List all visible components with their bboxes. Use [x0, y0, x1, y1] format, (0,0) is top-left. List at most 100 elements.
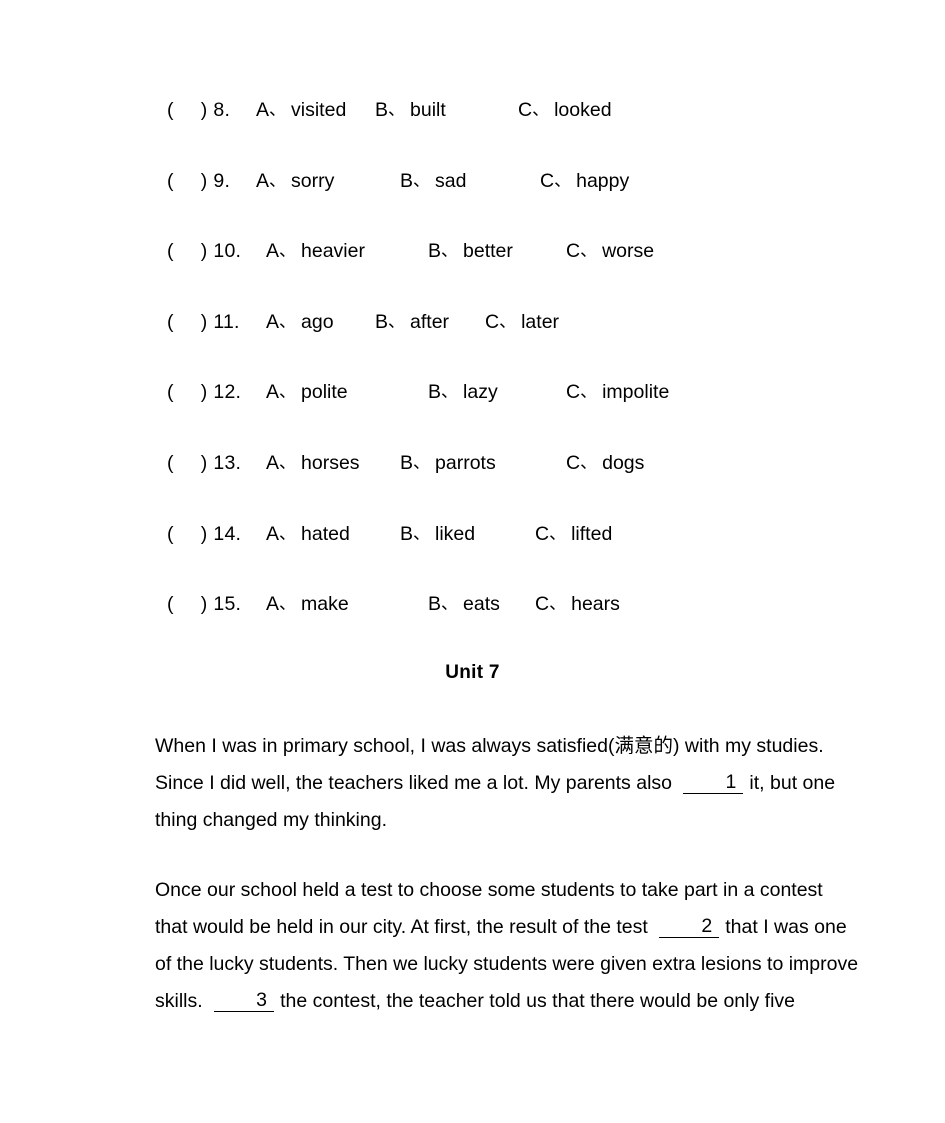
mcq-option-c[interactable]: C、 looked [518, 96, 612, 125]
mcq-option-a[interactable]: A、 sorry [256, 167, 334, 196]
mcq-option-b[interactable]: B、 after [375, 308, 449, 337]
option-letter: C [566, 240, 581, 263]
passage-text: it, but one [749, 772, 836, 794]
option-separator: 、 [279, 382, 297, 402]
option-letter: A [266, 240, 280, 263]
mcq-option-c[interactable]: C、 happy [540, 167, 629, 196]
mcq-option-c[interactable]: C、 later [485, 308, 559, 337]
mcq-answer-bracket[interactable]: () 13. [167, 449, 241, 477]
mcq-option-b[interactable]: B、 sad [400, 167, 466, 196]
passage-text: When I was in primary school, I was alwa… [155, 735, 824, 757]
option-separator: 、 [499, 311, 517, 331]
mcq-option-b[interactable]: B、 parrots [400, 449, 496, 478]
mcq-answer-bracket[interactable]: () 14. [167, 520, 241, 548]
multiple-choice-question-list: () 8. A、 visited B、 built C、 looked() 9. A、 sorry B… [0, 96, 945, 661]
passage-line: Since I did well, the teachers liked me … [120, 765, 835, 802]
passage-text: the contest, the teacher told us that th… [280, 990, 795, 1012]
option-word: built [410, 99, 446, 121]
paren-open: ( [167, 240, 174, 263]
option-separator: 、 [388, 311, 406, 331]
paren-close: ) [200, 381, 208, 404]
document-page: () 8. A、 visited B、 built C、 looked() 9. A、 sorry B… [0, 0, 945, 1123]
option-letter: B [428, 240, 442, 263]
mcq-option-b[interactable]: B、 liked [400, 520, 475, 549]
mcq-row: () 8. A、 visited B、 built C、 looked [0, 96, 945, 167]
option-separator: 、 [441, 594, 459, 614]
option-separator: 、 [532, 100, 550, 119]
option-word: liked [435, 522, 476, 545]
option-letter: B [375, 99, 389, 121]
mcq-option-c[interactable]: C、 hears [535, 590, 620, 619]
option-letter: B [400, 451, 414, 474]
mcq-option-c[interactable]: C、 worse [566, 237, 654, 266]
option-word: later [521, 310, 560, 333]
mcq-option-a[interactable]: A、 heavier [266, 237, 365, 266]
option-word: looked [554, 99, 612, 121]
paren-open: ( [167, 522, 174, 545]
mcq-number: 9. [213, 169, 231, 192]
mcq-option-a[interactable]: A、 ago [266, 308, 334, 337]
mcq-option-b[interactable]: B、 better [428, 237, 513, 266]
passage-text: skills. [155, 990, 203, 1012]
mcq-answer-bracket[interactable]: () 9. [167, 167, 230, 195]
option-letter: A [256, 169, 270, 192]
mcq-row: () 11. A、 ago B、 after C、 later [0, 308, 945, 379]
option-separator: 、 [413, 170, 431, 190]
passage-text: thing changed my thinking. [155, 809, 387, 831]
mcq-option-c[interactable]: C、 dogs [566, 449, 644, 478]
mcq-option-a[interactable]: A、 horses [266, 449, 360, 478]
mcq-row: () 10. A、 heavier B、 better C、 worse [0, 237, 945, 308]
mcq-option-b[interactable]: B、 eats [428, 590, 500, 619]
mcq-option-a[interactable]: A、 visited [256, 96, 346, 125]
mcq-option-a[interactable]: A、 make [266, 590, 349, 619]
paren-close: ) [200, 310, 208, 333]
mcq-option-a[interactable]: A、 polite [266, 378, 348, 407]
option-word: lifted [571, 522, 613, 545]
cloze-blank-2[interactable]: 2 [659, 915, 720, 938]
option-letter: A [266, 451, 280, 474]
passage-text: Since I did well, the teachers liked me … [155, 772, 672, 794]
passage-line: Once our school held a test to choose so… [120, 872, 830, 909]
option-separator: 、 [279, 523, 297, 543]
mcq-answer-bracket[interactable]: () 10. [167, 237, 241, 265]
mcq-number: 12. [213, 381, 242, 404]
option-word: sorry [291, 169, 335, 192]
option-separator: 、 [549, 523, 567, 543]
option-separator: 、 [554, 170, 572, 190]
option-separator: 、 [549, 594, 567, 614]
option-letter: B [400, 169, 414, 192]
paren-close: ) [200, 593, 208, 616]
option-word: happy [576, 169, 630, 192]
mcq-option-a[interactable]: A、 hated [266, 520, 350, 549]
option-word: eats [463, 593, 500, 616]
mcq-answer-bracket[interactable]: () 12. [167, 378, 241, 406]
option-separator: 、 [441, 241, 459, 261]
mcq-number: 14. [213, 522, 242, 545]
paren-open: ( [167, 99, 174, 121]
option-letter: B [428, 593, 442, 616]
paren-open: ( [167, 381, 174, 404]
mcq-row: () 12. A、 polite B、 lazy C、 impolite [0, 378, 945, 449]
mcq-option-b[interactable]: B、 lazy [428, 378, 498, 407]
mcq-answer-bracket[interactable]: () 15. [167, 590, 241, 618]
option-separator: 、 [279, 452, 297, 472]
mcq-row: () 15. A、 make B、 eats C、 hears [0, 590, 945, 661]
paren-open: ( [167, 310, 174, 333]
mcq-option-c[interactable]: C、 impolite [566, 378, 669, 407]
mcq-number: 15. [213, 593, 242, 616]
cloze-blank-3[interactable]: 3 [214, 989, 275, 1012]
option-word: ago [301, 310, 334, 333]
mcq-answer-bracket[interactable]: () 11. [167, 308, 240, 336]
mcq-answer-bracket[interactable]: () 8. [167, 96, 230, 124]
option-letter: C [518, 99, 533, 121]
cloze-blank-1[interactable]: 1 [683, 771, 744, 794]
paren-open: ( [167, 451, 174, 474]
unit-heading: Unit 7 [445, 662, 500, 683]
mcq-option-b[interactable]: B、 built [375, 96, 446, 125]
option-word: visited [291, 99, 347, 121]
option-letter: B [375, 310, 389, 333]
mcq-option-c[interactable]: C、 lifted [535, 520, 612, 549]
passage-text: that would be held in our city. At first… [155, 916, 648, 938]
option-word: lazy [463, 381, 498, 404]
option-letter: A [266, 593, 280, 616]
